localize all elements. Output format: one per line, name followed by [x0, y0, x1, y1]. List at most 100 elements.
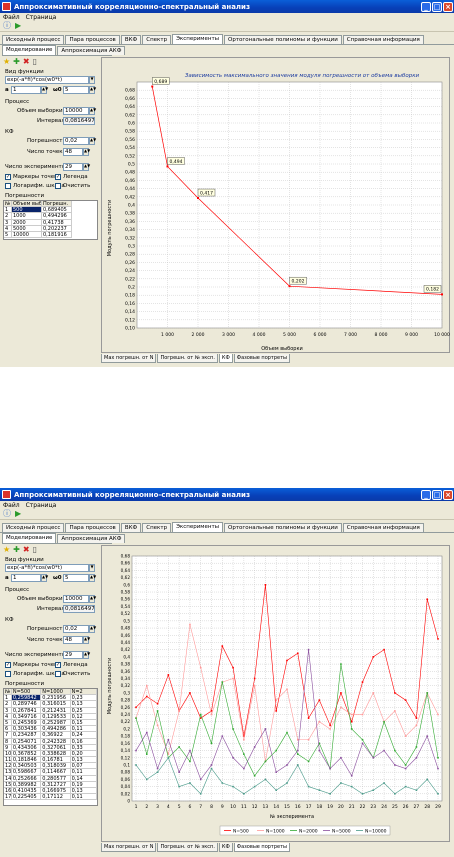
err-spinner[interactable]: ▲▼ [89, 625, 96, 633]
err-input[interactable]: 0,02 [63, 137, 89, 145]
tab-source-process[interactable]: Исходный процесс [2, 35, 65, 44]
tab-orthogonal[interactable]: Ортогональные полиномы и функции [224, 35, 342, 44]
experiments-spinner[interactable]: ▲▼ [83, 651, 90, 659]
x-tick-label: 8 000 [375, 332, 388, 338]
x-tick-label: 24 [381, 804, 387, 810]
delete-icon[interactable]: ✖ [23, 545, 30, 555]
a-spinner[interactable]: ▲▼ [41, 574, 48, 582]
tab-process-pair[interactable]: Пара процессов [65, 523, 120, 532]
func-select[interactable]: exp(-a*fi)*cos(w0*t) [5, 76, 89, 84]
err-input[interactable]: 0,02 [63, 625, 89, 633]
a-input[interactable]: 1 [11, 574, 41, 582]
chart-tab-max-error[interactable]: Мах погрешн. от N [101, 843, 157, 852]
tab-orthogonal[interactable]: Ортогональные полиномы и функции [224, 523, 342, 532]
add-icon[interactable]: ✚ [13, 545, 20, 555]
maximize-button[interactable]: □ [432, 489, 442, 500]
tab-modeling[interactable]: Моделирование [2, 533, 57, 543]
table-row[interactable]: 5 10000 0,181916 [4, 231, 97, 239]
sample-spinner[interactable]: ▲▼ [89, 595, 96, 603]
chart-tab-phase[interactable]: Фазовые портреты [233, 354, 290, 363]
points-input[interactable]: 48 [63, 636, 83, 644]
a-input[interactable]: 1 [11, 86, 41, 94]
data-label: 0,182 [426, 287, 439, 293]
chart-tab-max-error[interactable]: Мах погрешн. от N [101, 354, 157, 363]
info-icon[interactable]: ⓘ [3, 21, 11, 31]
new-page-icon[interactable]: ▯ [33, 57, 37, 67]
tab-acf-approx[interactable]: Аппроксимация АКФ [57, 534, 126, 543]
a-spinner[interactable]: ▲▼ [41, 86, 48, 94]
chart-tab-kf[interactable]: КФ [218, 354, 233, 363]
run-icon[interactable]: ▶ [15, 509, 21, 519]
menu-file[interactable]: Файл [3, 502, 20, 509]
sample-input[interactable]: 10000 [63, 595, 89, 603]
func-dropdown-icon[interactable]: ▼ [89, 76, 95, 84]
run-icon[interactable]: ▶ [15, 21, 21, 31]
points-input[interactable]: 48 [63, 148, 83, 156]
tab-spectrum[interactable]: Спектр [142, 523, 172, 532]
tab-modeling[interactable]: Моделирование [2, 45, 57, 55]
clear-checkbox[interactable] [55, 671, 61, 677]
markers-checkbox[interactable]: ✓ [5, 662, 11, 668]
y-axis-label: Модуль погрешности [107, 658, 113, 715]
close-button[interactable]: × [443, 489, 453, 500]
chart-tab-kf[interactable]: КФ [218, 843, 233, 852]
tab-source-process[interactable]: Исходный процесс [2, 523, 65, 532]
table-cell: 0,181916 [42, 231, 72, 239]
data-point [350, 774, 353, 777]
legend-checkbox[interactable]: ✓ [55, 174, 61, 180]
log-checkbox[interactable] [5, 671, 11, 677]
experiments-input[interactable]: 29 [63, 651, 83, 659]
tab-reference[interactable]: Справочная информация [342, 35, 424, 44]
table-row[interactable]: 17 0,225405 0,17112 0,11 [4, 794, 97, 801]
points-spinner[interactable]: ▲▼ [83, 148, 90, 156]
experiments-spinner[interactable]: ▲▼ [83, 163, 90, 171]
close-button[interactable]: × [443, 1, 453, 12]
func-dropdown-icon[interactable]: ▼ [89, 564, 95, 572]
menu-page[interactable]: Страница [26, 14, 57, 21]
tab-experiments[interactable]: Эксперименты [172, 522, 223, 532]
log-checkbox[interactable] [5, 183, 11, 189]
app-icon [2, 490, 11, 499]
tab-experiments[interactable]: Эксперименты [172, 34, 223, 44]
minimize-button[interactable]: _ [421, 1, 431, 12]
tab-spectrum[interactable]: Спектр [142, 35, 172, 44]
chart-tab-error-by-exp[interactable]: Погрешн. от № эксп. [157, 843, 218, 852]
star-icon[interactable]: ★ [3, 545, 10, 555]
tab-reference[interactable]: Справочная информация [342, 523, 424, 532]
w0-input[interactable]: 5 [63, 86, 89, 94]
data-point [296, 753, 299, 755]
chart-tab-error-by-exp[interactable]: Погрешн. от № эксп. [157, 354, 218, 363]
new-page-icon[interactable]: ▯ [33, 545, 37, 555]
x-tick-label: 16 [295, 804, 301, 810]
sample-input[interactable]: 10000 [63, 107, 89, 115]
x-tick-label: 7 [199, 804, 202, 810]
menu-file[interactable]: Файл [3, 14, 20, 21]
markers-checkbox[interactable]: ✓ [5, 174, 11, 180]
clear-checkbox[interactable] [55, 183, 61, 189]
w0-spinner[interactable]: ▲▼ [89, 86, 96, 94]
errors-by-experiment-table[interactable]: № N=500 N=1000 N=2 1 0,259842 0,231956 0,23… [3, 688, 98, 806]
star-icon[interactable]: ★ [3, 57, 10, 67]
tab-process-pair[interactable]: Пара процессов [65, 35, 120, 44]
tab-acf-approx[interactable]: Аппроксимация АКФ [57, 46, 126, 55]
err-spinner[interactable]: ▲▼ [89, 137, 96, 145]
tab-vkf[interactable]: ВКФ [120, 35, 142, 44]
sample-spinner[interactable]: ▲▼ [89, 107, 96, 115]
add-icon[interactable]: ✚ [13, 57, 20, 67]
toolbar: ⓘ ▶ [0, 21, 454, 32]
menu-page[interactable]: Страница [26, 502, 57, 509]
legend-checkbox[interactable]: ✓ [55, 662, 61, 668]
experiments-input[interactable]: 29 [63, 163, 83, 171]
w0-input[interactable]: 5 [63, 574, 89, 582]
chart-tab-phase[interactable]: Фазовые портреты [233, 843, 290, 852]
maximize-button[interactable]: □ [432, 1, 442, 12]
w0-spinner[interactable]: ▲▼ [89, 574, 96, 582]
minimize-button[interactable]: _ [421, 489, 431, 500]
points-spinner[interactable]: ▲▼ [83, 636, 90, 644]
y-tick-label: 0,24 [121, 712, 131, 717]
tab-vkf[interactable]: ВКФ [120, 523, 142, 532]
info-icon[interactable]: ⓘ [3, 509, 11, 519]
func-select[interactable]: exp(-a*fi)*cos(w0*t) [5, 564, 89, 572]
delete-icon[interactable]: ✖ [23, 57, 30, 67]
errors-table[interactable]: № Объем выборки Погрешн. 15000,689405 21… [3, 200, 98, 240]
